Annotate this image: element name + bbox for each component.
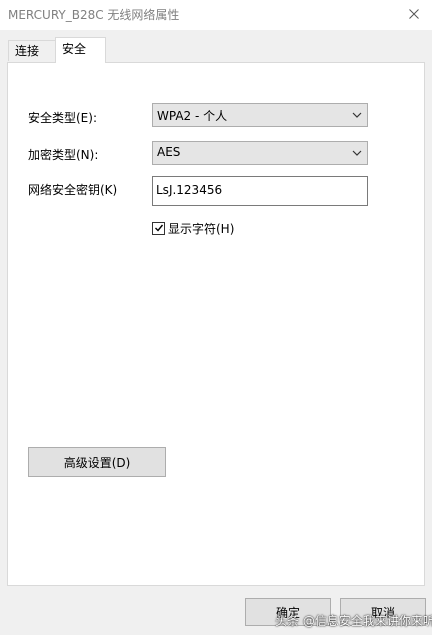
- advanced-settings-button[interactable]: 高级设置(D): [28, 447, 166, 477]
- show-characters-row[interactable]: 显示字符(H): [152, 220, 234, 236]
- show-characters-checkbox[interactable]: [152, 221, 165, 235]
- close-icon: [409, 9, 419, 19]
- ok-button-label: 确定: [275, 605, 300, 620]
- tab-security[interactable]: 安全: [55, 37, 106, 63]
- dialog-window: MERCURY_B28C 无线网络属性 连接 安全 安全类型(E): WPA2 …: [0, 0, 432, 635]
- encryption-type-value: AES: [157, 145, 181, 159]
- security-type-label: 安全类型(E):: [28, 111, 97, 125]
- network-key-input[interactable]: [156, 180, 362, 200]
- tab-connection-label: 连接: [15, 44, 40, 58]
- window-title: MERCURY_B28C 无线网络属性: [8, 8, 180, 22]
- chevron-down-icon: [352, 112, 362, 118]
- tab-connection[interactable]: 连接: [8, 40, 56, 61]
- encryption-type-label: 加密类型(N):: [28, 148, 99, 162]
- security-type-select[interactable]: WPA2 - 个人: [152, 103, 368, 127]
- show-characters-label: 显示字符(H): [168, 221, 235, 236]
- ok-button[interactable]: 确定: [245, 598, 331, 626]
- title-bar: MERCURY_B28C 无线网络属性: [0, 0, 432, 30]
- network-key-field[interactable]: [152, 176, 368, 206]
- cancel-button[interactable]: 取消: [340, 598, 426, 626]
- encryption-type-select[interactable]: AES: [152, 141, 368, 165]
- checkmark-icon: [154, 224, 163, 232]
- network-key-label: 网络安全密钥(K): [28, 183, 118, 197]
- advanced-settings-label: 高级设置(D): [63, 455, 131, 470]
- cancel-button-label: 取消: [370, 605, 395, 620]
- close-button[interactable]: [396, 0, 432, 28]
- tab-security-label: 安全: [62, 42, 87, 56]
- security-type-value: WPA2 - 个人: [157, 109, 228, 123]
- chevron-down-icon: [352, 150, 362, 156]
